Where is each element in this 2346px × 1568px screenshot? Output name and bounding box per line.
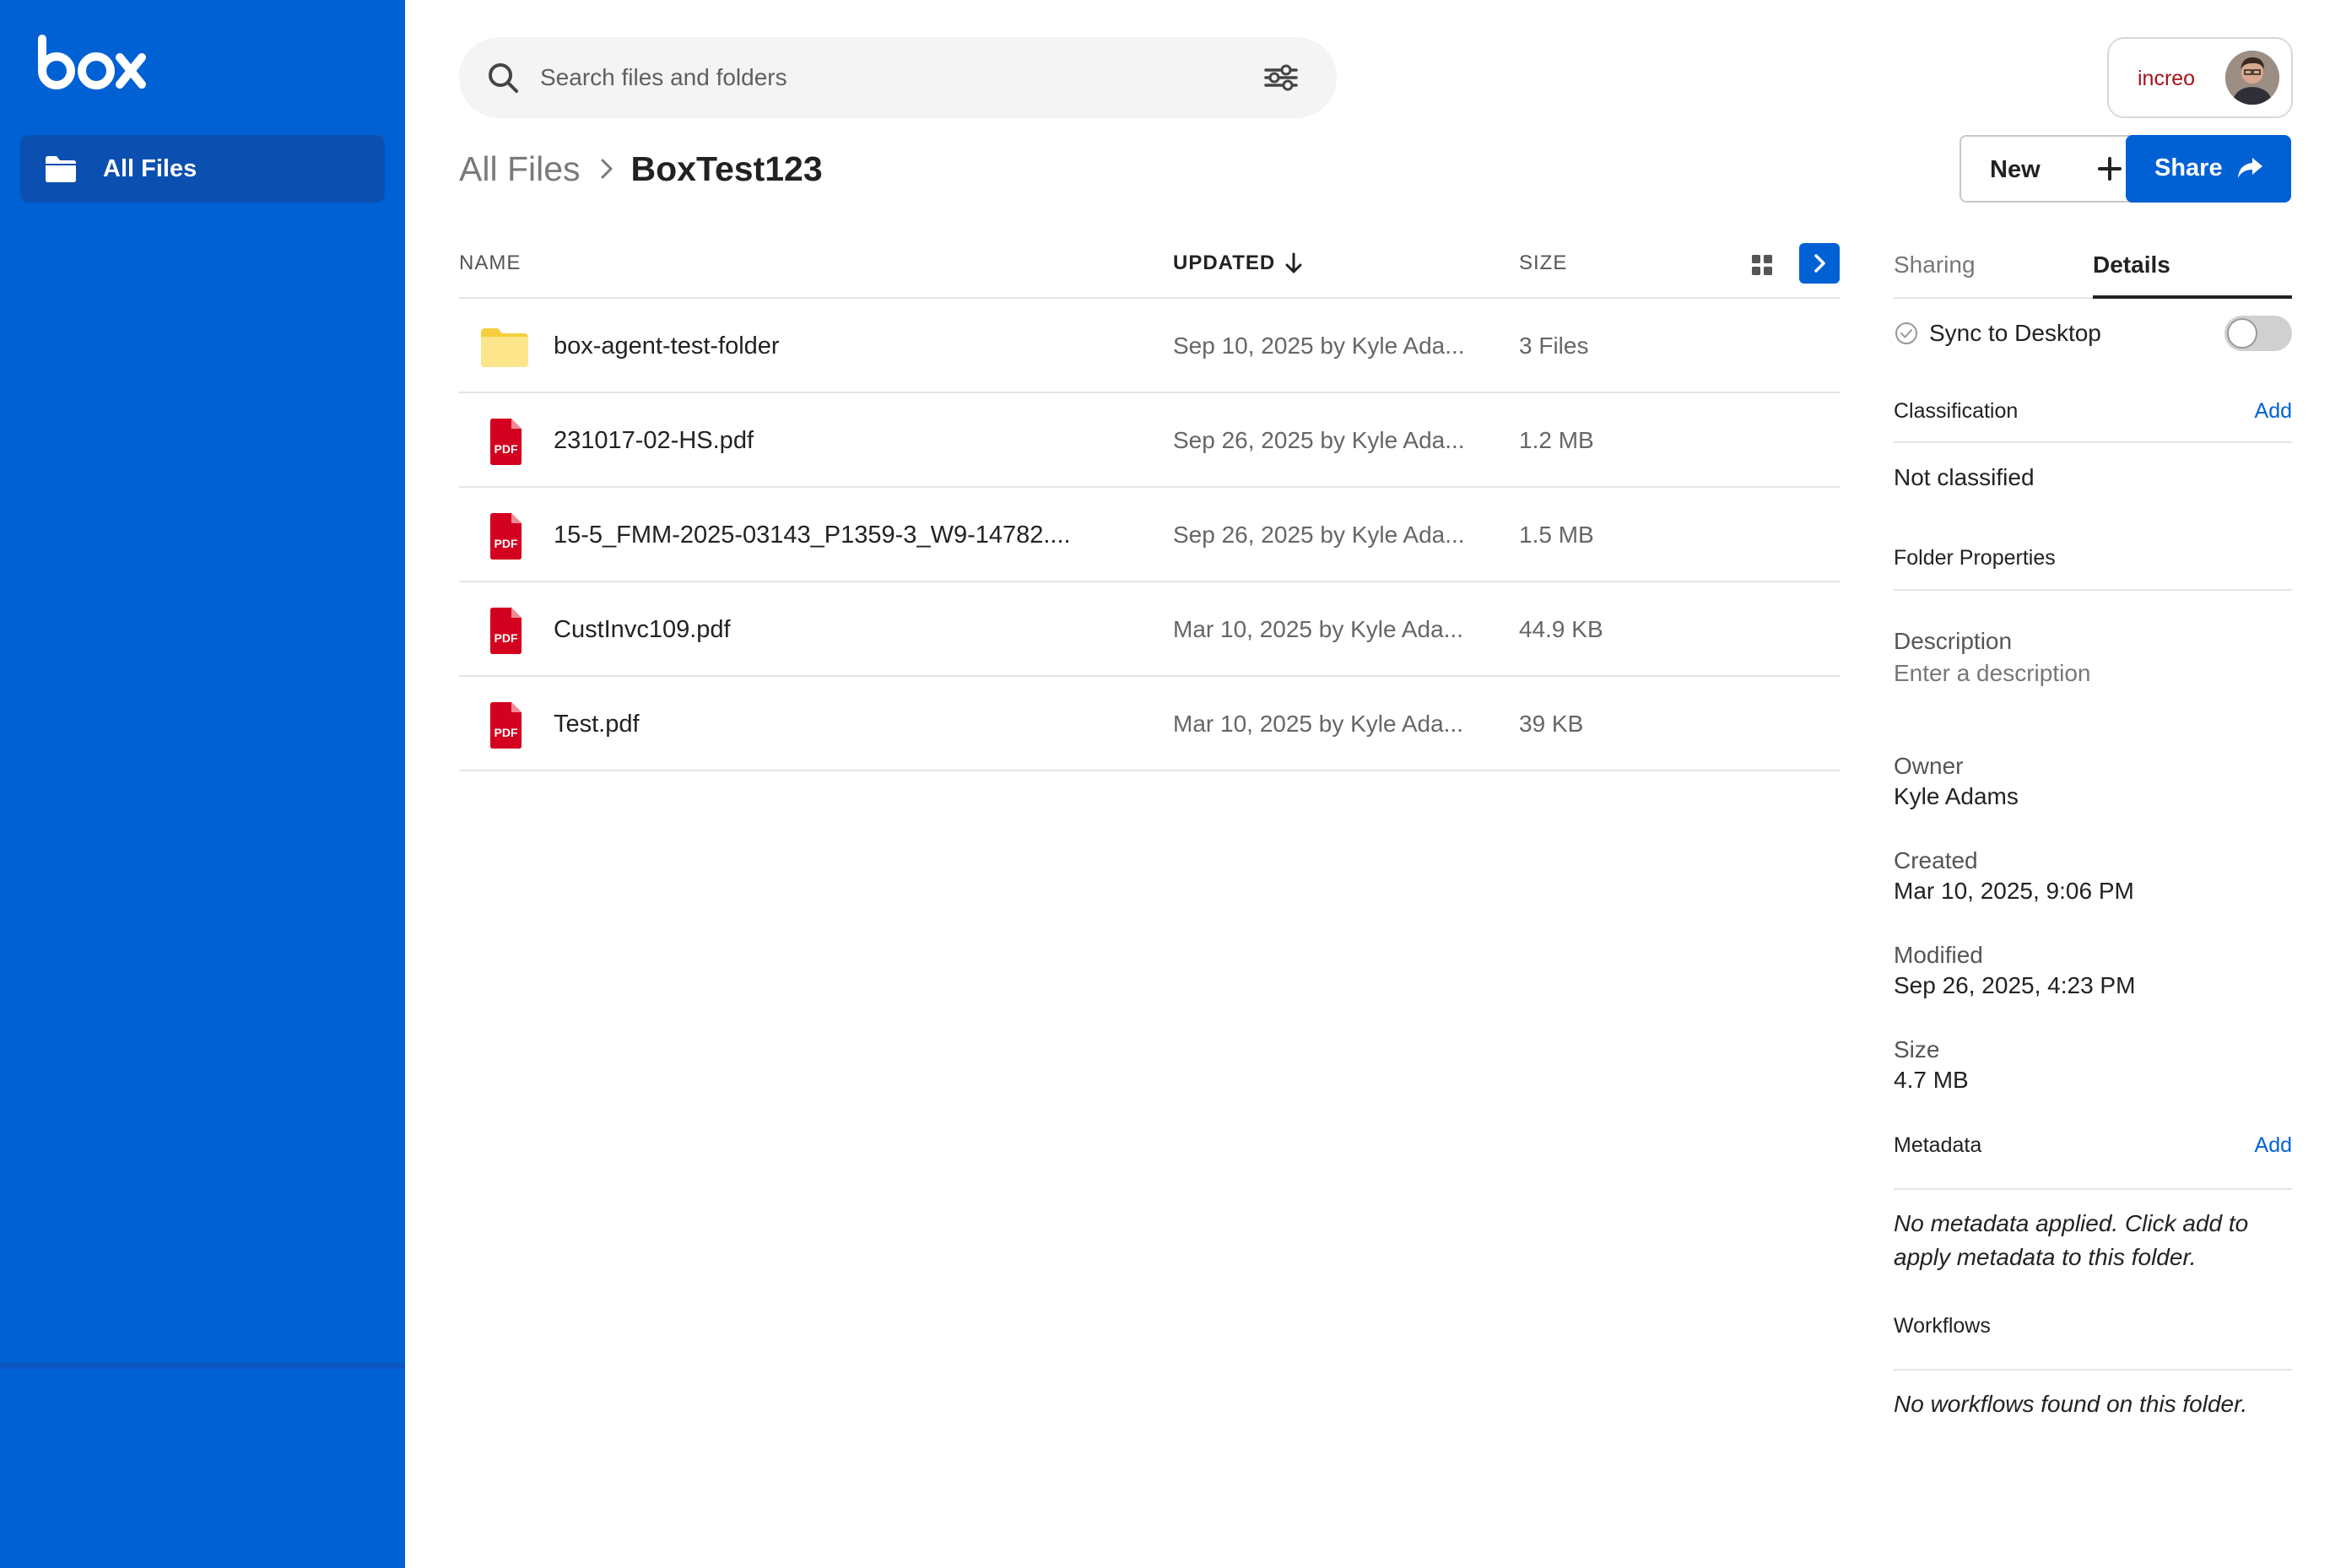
new-button[interactable]: New (1960, 135, 2150, 203)
column-header-updated[interactable]: UPDATED (1173, 250, 1304, 277)
account-menu[interactable]: increo (2107, 37, 2293, 118)
classification-value: Not classified (1894, 464, 2035, 490)
details-panel: Sharing Details Sync to Desktop Classifi… (1894, 240, 2292, 1417)
column-header-size[interactable]: SIZE (1519, 250, 1567, 277)
metadata-title: Metadata (1894, 1133, 1982, 1157)
share-button[interactable]: Share (2126, 135, 2291, 203)
chevron-right-icon (601, 159, 613, 179)
column-header-updated-label: UPDATED (1173, 251, 1276, 274)
svg-text:PDF: PDF (495, 726, 518, 739)
file-name[interactable]: box-agent-test-folder (554, 331, 780, 361)
modified-label: Modified (1894, 942, 1983, 968)
classification-add-link[interactable]: Add (2255, 397, 2292, 425)
table-row[interactable]: PDF 15-5_FMM-2025-03143_P1359-3_W9-14782… (459, 488, 1840, 582)
file-name[interactable]: Test.pdf (554, 709, 640, 739)
file-size: 1.2 MB (1519, 427, 1594, 453)
search-input[interactable] (540, 57, 1232, 98)
svg-text:PDF: PDF (495, 537, 518, 550)
chevron-right-icon (1814, 254, 1825, 273)
sidebar-item-label: All Files (103, 155, 197, 182)
search-icon (489, 63, 518, 93)
sort-down-arrow-icon (1285, 252, 1302, 273)
table-row[interactable]: PDF CustInvc109.pdf Mar 10, 2025 by Kyle… (459, 582, 1840, 677)
file-updated: Sep 26, 2025 by Kyle Ada... (1173, 522, 1465, 548)
search-bar[interactable] (459, 37, 1337, 118)
metadata-empty-line1: No metadata applied. Click add to (1894, 1210, 2249, 1236)
sync-to-desktop-row: Sync to Desktop (1894, 312, 2292, 354)
active-tab-indicator (2093, 295, 2292, 299)
tab-sharing[interactable]: Sharing (1894, 248, 1976, 282)
file-name[interactable]: 15-5_FMM-2025-03143_P1359-3_W9-14782.... (554, 520, 1071, 550)
file-updated: Mar 10, 2025 by Kyle Ada... (1173, 616, 1463, 642)
sidebar: All Files (0, 0, 405, 1568)
folder-properties-title: Folder Properties (1894, 546, 2056, 570)
file-name[interactable]: 231017-02-HS.pdf (554, 425, 754, 456)
size-value: 4.7 MB (1894, 1067, 1969, 1093)
check-circle-icon (1895, 322, 1917, 344)
table-row[interactable]: box-agent-test-folder Sep 10, 2025 by Ky… (459, 299, 1840, 393)
pdf-file-icon: PDF (490, 419, 522, 465)
box-logo[interactable] (37, 34, 149, 95)
file-updated: Mar 10, 2025 by Kyle Ada... (1173, 711, 1463, 737)
pdf-file-icon: PDF (490, 702, 522, 749)
breadcrumb: All Files BoxTest123 (459, 145, 823, 192)
tab-details[interactable]: Details (2093, 248, 2170, 282)
breadcrumb-all-files[interactable]: All Files (459, 149, 581, 189)
divider (1894, 589, 2292, 591)
file-size: 39 KB (1519, 711, 1584, 737)
classification-title: Classification (1894, 399, 2019, 423)
pdf-file-icon: PDF (490, 608, 522, 654)
company-brand: increo (2138, 67, 2196, 90)
file-list: box-agent-test-folder Sep 10, 2025 by Ky… (459, 299, 1840, 771)
sidebar-item-all-files[interactable]: All Files (20, 135, 385, 203)
file-size: 3 Files (1519, 333, 1589, 359)
file-name[interactable]: CustInvc109.pdf (554, 614, 731, 645)
table-row[interactable]: PDF Test.pdf Mar 10, 2025 by Kyle Ada...… (459, 677, 1840, 771)
new-button-label: New (1990, 156, 2041, 183)
description-field[interactable]: Enter a description (1894, 658, 2090, 689)
file-updated: Sep 10, 2025 by Kyle Ada... (1173, 333, 1465, 359)
created-value: Mar 10, 2025, 9:06 PM (1894, 878, 2134, 904)
panel-tabs: Sharing Details (1894, 240, 2292, 299)
avatar (2225, 51, 2279, 105)
toggle-knob (2227, 318, 2257, 349)
column-header-name[interactable]: NAME (459, 250, 521, 277)
share-arrow-icon (2238, 158, 2262, 178)
modified-value: Sep 26, 2025, 4:23 PM (1894, 972, 2136, 998)
workflows-title: Workflows (1894, 1314, 1991, 1338)
grid-view-icon[interactable] (1749, 251, 1776, 278)
pdf-file-icon: PDF (490, 513, 522, 560)
file-size: 1.5 MB (1519, 522, 1594, 548)
divider (1894, 1188, 2292, 1190)
metadata-add-link[interactable]: Add (2255, 1131, 2292, 1160)
created-label: Created (1894, 847, 1978, 873)
svg-text:PDF: PDF (495, 631, 518, 645)
plus-icon (2098, 157, 2122, 181)
file-updated: Sep 26, 2025 by Kyle Ada... (1173, 427, 1465, 453)
svg-text:PDF: PDF (495, 442, 518, 456)
workflows-empty: No workflows found on this folder. (1894, 1391, 2248, 1417)
folder-icon (46, 156, 76, 182)
toggle-sidebar-panel-button[interactable] (1799, 243, 1840, 284)
divider (1894, 1369, 2292, 1371)
filter-sliders-icon[interactable] (1262, 62, 1300, 93)
table-row[interactable]: PDF 231017-02-HS.pdf Sep 26, 2025 by Kyl… (459, 393, 1840, 488)
share-button-label: Share (2154, 154, 2223, 181)
owner-value: Kyle Adams (1894, 783, 2019, 809)
divider (1894, 441, 2292, 443)
folder-icon (481, 328, 528, 367)
description-label: Description (1894, 628, 2013, 654)
file-size: 44.9 KB (1519, 616, 1603, 642)
size-label: Size (1894, 1036, 1940, 1062)
sidebar-divider (0, 1362, 405, 1369)
owner-label: Owner (1894, 753, 1964, 779)
sync-to-desktop-toggle[interactable] (2224, 316, 2292, 351)
metadata-empty-line2: apply metadata to this folder. (1894, 1244, 2197, 1270)
page-title: BoxTest123 (630, 149, 823, 188)
sync-to-desktop-label: Sync to Desktop (1929, 320, 2101, 346)
file-list-header: NAME UPDATED SIZE (459, 240, 1840, 299)
